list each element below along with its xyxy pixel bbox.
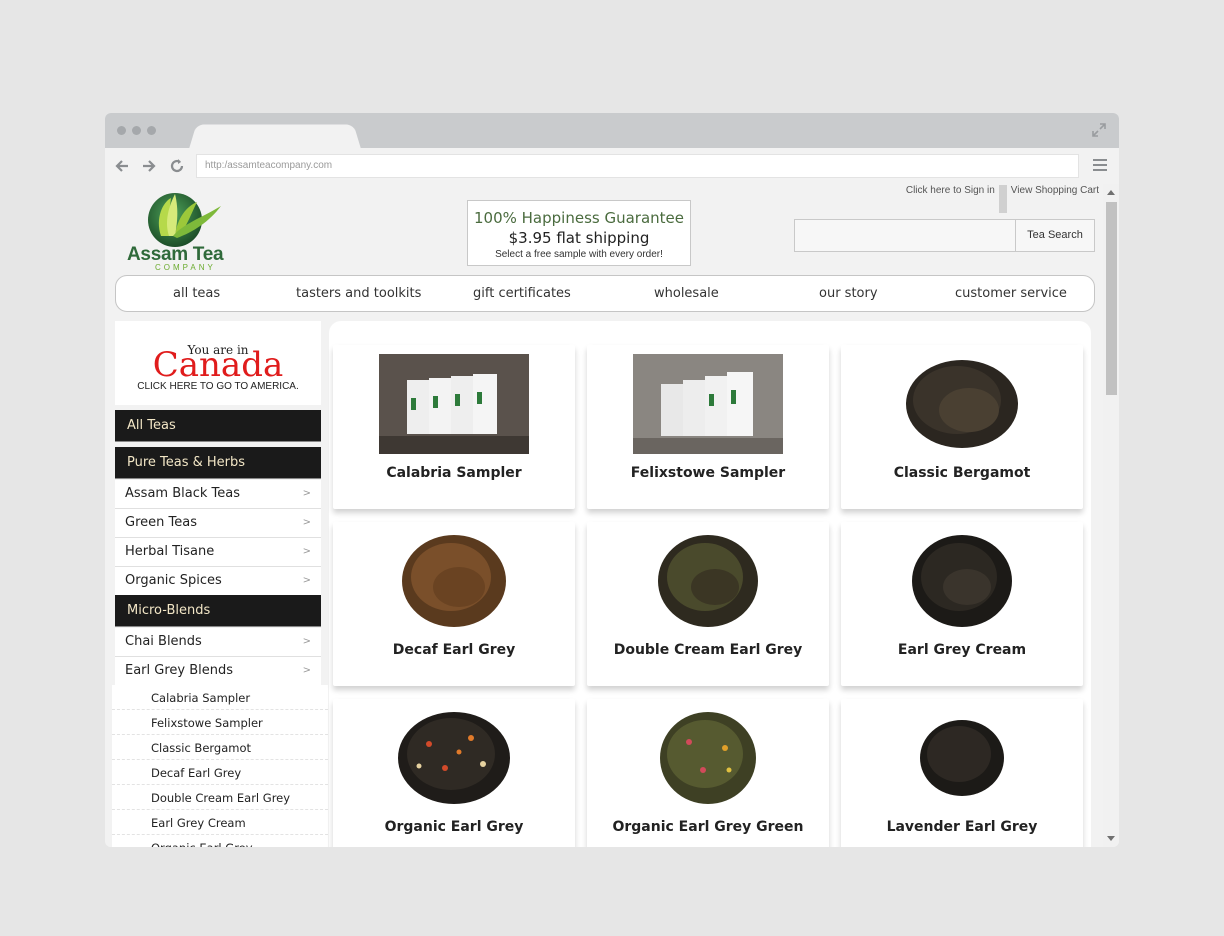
submenu-item[interactable]: Double Cream Earl Grey <box>112 785 328 810</box>
sampler-bags-image <box>379 354 529 454</box>
sidebar-item-earl-grey-blends[interactable]: Earl Grey Blends > <box>115 657 321 686</box>
browser-window: http:/assamteacompany.com Assam Tea COMP… <box>105 113 1119 847</box>
expand-icon[interactable] <box>1091 122 1107 138</box>
free-sample-text: Select a free sample with every order! <box>495 249 663 260</box>
back-arrow-icon[interactable] <box>113 157 131 175</box>
nav-all-teas[interactable]: all teas <box>173 286 220 301</box>
switch-country-link[interactable]: CLICK HERE TO GO TO AMERICA. <box>115 381 321 392</box>
nav-our-story[interactable]: our story <box>819 286 878 301</box>
product-name[interactable]: Earl Grey Cream <box>841 642 1083 658</box>
sampler-bags-image <box>633 354 783 454</box>
sidebar-header-all-teas[interactable]: All Teas <box>115 410 321 442</box>
sidebar-item-label: Chai Blends <box>125 634 202 649</box>
forward-arrow-icon[interactable] <box>140 157 158 175</box>
product-card[interactable]: Organic Earl Grey Green <box>587 699 829 847</box>
nav-wholesale[interactable]: wholesale <box>654 286 719 301</box>
submenu-item[interactable]: Felixstowe Sampler <box>112 710 328 735</box>
guarantee-title: 100% Happiness Guarantee <box>474 209 684 227</box>
tea-leaf-logo-icon <box>148 193 221 247</box>
page-viewport: Assam Tea COMPANY 100% Happiness Guarant… <box>105 184 1103 847</box>
browser-titlebar <box>105 113 1119 149</box>
window-minimize-dot[interactable] <box>132 126 141 135</box>
browser-tab[interactable] <box>189 124 361 149</box>
chevron-right-icon: > <box>302 517 311 528</box>
page-scrollbar[interactable] <box>1103 184 1119 847</box>
nav-tasters-toolkits[interactable]: tasters and toolkits <box>296 286 421 301</box>
scroll-down-arrow-icon[interactable] <box>1107 836 1115 841</box>
chevron-right-icon: > <box>302 575 311 586</box>
product-card[interactable]: Felixstowe Sampler <box>587 345 829 509</box>
loose-tea-image <box>398 712 510 804</box>
sidebar-header-pure-teas[interactable]: Pure Teas & Herbs <box>115 447 321 479</box>
sidebar-item-herbal-tisane[interactable]: Herbal Tisane > <box>115 538 321 567</box>
product-name[interactable]: Classic Bergamot <box>841 465 1083 481</box>
product-name[interactable]: Organic Earl Grey <box>333 819 575 835</box>
browser-menu-icon[interactable] <box>1093 159 1107 173</box>
loose-tea-image <box>920 720 1004 796</box>
sidebar-item-label: Organic Spices <box>125 573 222 588</box>
product-card[interactable]: Classic Bergamot <box>841 345 1083 509</box>
nav-customer-service[interactable]: customer service <box>955 286 1067 301</box>
location-country: Canada <box>152 345 284 385</box>
submenu-item[interactable]: Calabria Sampler <box>112 685 328 710</box>
signin-link[interactable]: Click here to Sign in <box>902 185 999 196</box>
url-bar[interactable]: http:/assamteacompany.com <box>196 154 1079 178</box>
account-links: Click here to Sign in View Shopping Cart <box>902 185 1103 213</box>
sidebar-item-label: Earl Grey Blends <box>125 663 234 678</box>
chevron-right-icon: > <box>302 636 311 647</box>
loose-tea-image <box>912 535 1012 627</box>
submenu-item[interactable]: Earl Grey Cream <box>112 810 328 835</box>
loose-tea-image <box>402 535 506 627</box>
product-name[interactable]: Lavender Earl Grey <box>841 819 1083 835</box>
window-close-dot[interactable] <box>117 126 126 135</box>
search-input[interactable] <box>794 219 1016 252</box>
browser-navbar: http:/assamteacompany.com <box>105 148 1119 184</box>
tea-search-button[interactable]: Tea Search <box>1015 219 1095 252</box>
product-card[interactable]: Earl Grey Cream <box>841 522 1083 686</box>
chevron-right-icon: > <box>302 665 311 676</box>
product-name[interactable]: Organic Earl Grey Green <box>587 819 829 835</box>
chevron-right-icon: > <box>302 546 311 557</box>
loose-tea-image <box>658 535 758 627</box>
submenu-item[interactable]: Classic Bergamot <box>112 735 328 760</box>
sidebar-item-chai-blends[interactable]: Chai Blends > <box>115 628 321 657</box>
main-nav: all teas tasters and toolkits gift certi… <box>115 275 1095 312</box>
scroll-thumb[interactable] <box>1106 202 1117 395</box>
scroll-up-arrow-icon[interactable] <box>1107 190 1115 195</box>
sidebar-item-label: Herbal Tisane <box>125 544 215 559</box>
loose-tea-image <box>906 360 1018 448</box>
product-card[interactable]: Organic Earl Grey <box>333 699 575 847</box>
reload-icon[interactable] <box>168 157 186 175</box>
submenu-item[interactable]: Decaf Earl Grey <box>112 760 328 785</box>
nav-gift-certificates[interactable]: gift certificates <box>473 286 571 301</box>
product-card[interactable]: Lavender Earl Grey <box>841 699 1083 847</box>
logo-subtitle: COMPANY <box>155 263 216 272</box>
location-banner[interactable]: You are in Canada CLICK HERE TO GO TO AM… <box>115 321 321 405</box>
earl-grey-submenu: Calabria Sampler Felixstowe Sampler Clas… <box>112 685 328 847</box>
shipping-text: $3.95 flat shipping <box>508 229 650 247</box>
chevron-right-icon: > <box>302 488 311 499</box>
product-card[interactable]: Decaf Earl Grey <box>333 522 575 686</box>
sidebar-item-organic-spices[interactable]: Organic Spices > <box>115 567 321 596</box>
sidebar-item-green-teas[interactable]: Green Teas > <box>115 509 321 538</box>
product-name[interactable]: Calabria Sampler <box>333 465 575 481</box>
product-name[interactable]: Double Cream Earl Grey <box>587 642 829 658</box>
loose-tea-image <box>660 712 756 804</box>
submenu-item[interactable]: Organic Earl Grey <box>112 835 328 847</box>
link-divider <box>998 185 1007 213</box>
cart-link[interactable]: View Shopping Cart <box>1007 185 1103 196</box>
sidebar-item-assam-black[interactable]: Assam Black Teas > <box>115 480 321 509</box>
window-maximize-dot[interactable] <box>147 126 156 135</box>
product-name[interactable]: Decaf Earl Grey <box>333 642 575 658</box>
sidebar-item-label: Assam Black Teas <box>125 486 240 501</box>
product-name[interactable]: Felixstowe Sampler <box>587 465 829 481</box>
guarantee-banner: 100% Happiness Guarantee $3.95 flat ship… <box>467 200 691 266</box>
product-card[interactable]: Double Cream Earl Grey <box>587 522 829 686</box>
sidebar-header-micro-blends[interactable]: Micro-Blends <box>115 595 321 627</box>
product-card[interactable]: Calabria Sampler <box>333 345 575 509</box>
site-logo[interactable]: Assam Tea COMPANY <box>125 188 227 272</box>
sidebar-item-label: Green Teas <box>125 515 197 530</box>
